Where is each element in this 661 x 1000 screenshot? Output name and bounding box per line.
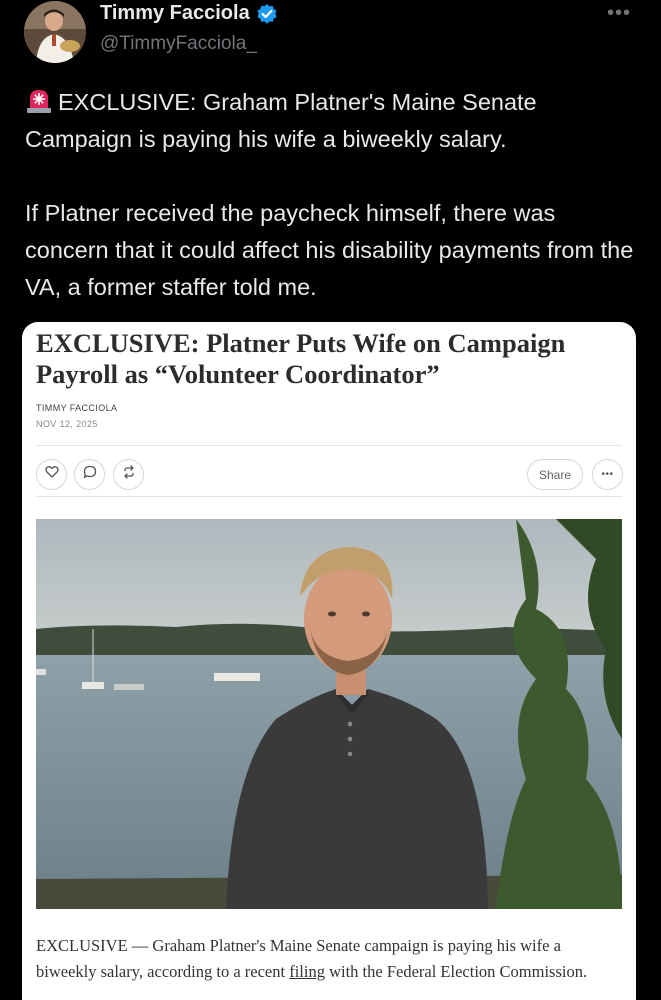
author-handle[interactable]: @TimmyFacciola_: [100, 33, 257, 55]
police-siren-icon: [25, 87, 55, 113]
comment-button[interactable]: [74, 459, 105, 490]
comment-icon: [83, 465, 97, 484]
divider: [36, 445, 622, 446]
article-photo[interactable]: [36, 519, 622, 909]
article-byline: TIMMY FACCIOLA: [36, 403, 118, 413]
heart-icon: [44, 465, 59, 484]
share-button[interactable]: Share: [527, 459, 583, 490]
tweet-paragraph-1: EXCLUSIVE: Graham Platner's Maine Senate…: [25, 84, 645, 158]
tweet-paragraph-2: If Platner received the paycheck himself…: [25, 200, 634, 300]
restack-icon: [122, 465, 136, 484]
like-button[interactable]: [36, 459, 67, 490]
article-date: NOV 12, 2025: [36, 419, 98, 429]
verified-badge-icon: [256, 3, 278, 25]
more-options-icon[interactable]: •••: [607, 2, 631, 25]
caption-text-end: with the Federal Election Commission.: [324, 962, 588, 981]
author-name[interactable]: Timmy Facciola: [100, 2, 250, 25]
filing-link[interactable]: filing: [289, 962, 325, 981]
tweet-text: EXCLUSIVE: Graham Platner's Maine Senate…: [25, 84, 645, 306]
restack-button[interactable]: [113, 459, 144, 490]
tweet-paragraph-1-text: EXCLUSIVE: Graham Platner's Maine Senate…: [25, 89, 537, 152]
article-more-button[interactable]: •••: [592, 459, 623, 490]
article-caption: EXCLUSIVE — Graham Platner's Maine Senat…: [36, 933, 622, 985]
avatar[interactable]: [24, 1, 86, 63]
article-headline[interactable]: EXCLUSIVE: Platner Puts Wife on Campaign…: [36, 328, 626, 390]
article-card[interactable]: EXCLUSIVE: Platner Puts Wife on Campaign…: [22, 322, 636, 1000]
author-name-row[interactable]: Timmy Facciola: [100, 2, 278, 25]
tweet-header: Timmy Facciola @TimmyFacciola_ •••: [0, 0, 661, 70]
divider: [36, 496, 622, 497]
